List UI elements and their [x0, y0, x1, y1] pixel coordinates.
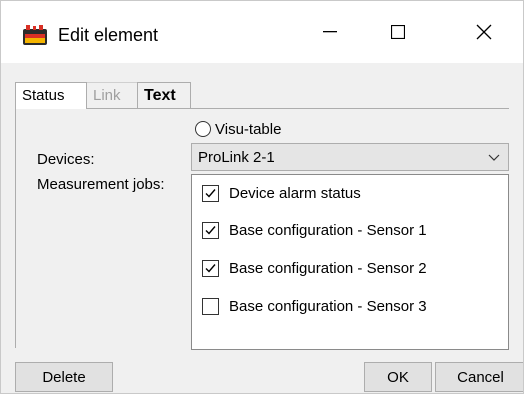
checkmark-icon: [205, 263, 216, 273]
job-checkbox[interactable]: [202, 221, 219, 239]
title-bar: Edit element: [1, 1, 523, 63]
job-label: Device alarm status: [229, 184, 361, 202]
visu-table-label: Visu-table: [215, 120, 282, 138]
radio-button-icon[interactable]: [195, 121, 211, 137]
close-icon: [476, 24, 492, 40]
minimize-icon: [323, 31, 337, 33]
list-item[interactable]: Base configuration - Sensor 2: [202, 257, 427, 279]
cancel-button[interactable]: Cancel: [435, 362, 523, 392]
ok-button[interactable]: OK: [364, 362, 432, 392]
visu-table-radio[interactable]: Visu-table: [195, 117, 281, 141]
tab-text[interactable]: Text: [137, 82, 191, 108]
measurement-jobs-label: Measurement jobs:: [37, 176, 165, 193]
checkmark-icon: [205, 188, 216, 198]
job-checkbox[interactable]: [202, 297, 219, 315]
edit-element-dialog: Edit element Status Link Text Visu-table…: [0, 0, 524, 394]
devices-label: Devices:: [37, 151, 95, 168]
devices-select-value: ProLink 2-1: [198, 149, 275, 166]
chevron-down-icon: [488, 154, 500, 161]
list-item[interactable]: Device alarm status: [202, 182, 361, 204]
job-label: Base configuration - Sensor 2: [229, 259, 427, 277]
list-item[interactable]: Base configuration - Sensor 3: [202, 295, 427, 317]
job-checkbox[interactable]: [202, 184, 219, 202]
minimize-button[interactable]: [296, 1, 364, 63]
checkmark-icon: [205, 225, 216, 235]
tab-link[interactable]: Link: [87, 82, 137, 108]
measurement-jobs-list: Device alarm status Base configuration -…: [191, 174, 509, 350]
app-icon: [23, 25, 47, 45]
maximize-button[interactable]: [364, 1, 432, 63]
job-checkbox[interactable]: [202, 259, 219, 277]
job-label: Base configuration - Sensor 1: [229, 221, 427, 239]
list-item[interactable]: Base configuration - Sensor 1: [202, 219, 427, 241]
close-button[interactable]: [445, 1, 523, 63]
tab-status[interactable]: Status: [15, 82, 87, 109]
window-title: Edit element: [58, 25, 159, 45]
job-label: Base configuration - Sensor 3: [229, 297, 427, 315]
delete-button[interactable]: Delete: [15, 362, 113, 392]
maximize-icon: [391, 25, 405, 39]
devices-select[interactable]: ProLink 2-1: [191, 143, 509, 171]
